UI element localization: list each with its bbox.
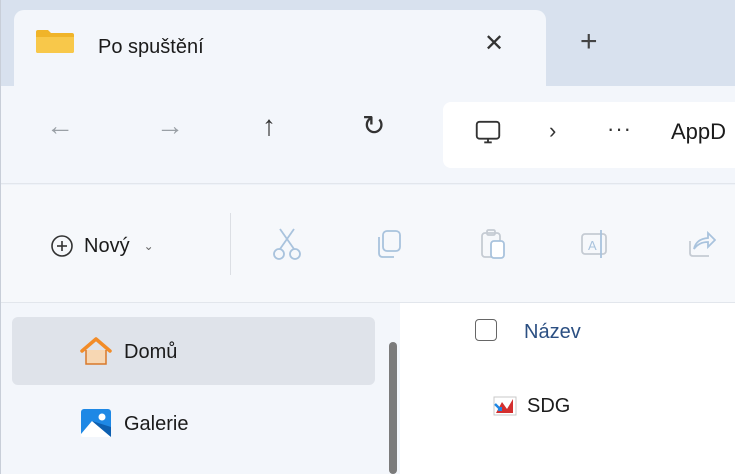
sidebar-item-home[interactable]: Domů bbox=[12, 317, 375, 385]
command-divider bbox=[230, 213, 231, 275]
new-button[interactable]: Nový ⌄ bbox=[50, 231, 154, 261]
sidebar-item-label: Domů bbox=[124, 341, 178, 363]
sidebar-item-label: Galerie bbox=[124, 413, 189, 435]
refresh-button[interactable]: ↻ bbox=[362, 112, 385, 140]
new-button-label: Nový bbox=[84, 234, 130, 257]
tab-strip: Po spuštění ✕ + bbox=[0, 0, 735, 86]
gallery-icon bbox=[81, 409, 111, 437]
tab-title: Po spuštění bbox=[98, 36, 204, 58]
breadcrumb-separator[interactable]: › bbox=[549, 118, 556, 144]
up-button[interactable]: ↑ bbox=[262, 112, 276, 140]
svg-text:A: A bbox=[588, 238, 597, 253]
paste-icon[interactable] bbox=[478, 227, 508, 261]
rename-icon[interactable]: A bbox=[580, 227, 610, 261]
breadcrumb-appdata[interactable]: AppD bbox=[671, 119, 726, 145]
back-button[interactable]: ← bbox=[46, 112, 74, 140]
column-header-name[interactable]: Název bbox=[524, 321, 581, 344]
this-pc-icon bbox=[475, 120, 501, 144]
new-tab-button[interactable]: + bbox=[580, 27, 598, 57]
forward-button[interactable]: → bbox=[156, 112, 184, 140]
sidebar-item-gallery[interactable]: Galerie bbox=[12, 389, 375, 457]
navigation-pane-scrollbar[interactable] bbox=[389, 342, 397, 474]
tab-po-spusteni[interactable]: Po spuštění ✕ bbox=[14, 10, 546, 86]
file-name: SDG bbox=[527, 394, 571, 417]
sdg-app-icon bbox=[493, 396, 517, 416]
select-all-checkbox[interactable] bbox=[475, 319, 497, 341]
folder-icon bbox=[36, 30, 74, 53]
tab-close-button[interactable]: ✕ bbox=[484, 32, 504, 56]
copy-icon[interactable] bbox=[374, 227, 404, 261]
address-bar[interactable]: › ··· AppD bbox=[443, 102, 735, 168]
chevron-down-icon: ⌄ bbox=[143, 239, 154, 253]
navigation-bar: ← → ↑ ↻ › ··· AppD bbox=[0, 86, 735, 184]
add-circle-icon bbox=[51, 235, 73, 257]
cut-icon[interactable] bbox=[272, 227, 302, 261]
breadcrumb-more-button[interactable]: ··· bbox=[607, 116, 632, 142]
command-bar: Nový ⌄ A bbox=[0, 185, 735, 303]
home-icon bbox=[80, 337, 112, 365]
file-explorer-window: Po spuštění ✕ + ← → ↑ ↻ › ··· AppD Nový … bbox=[0, 0, 735, 474]
navigation-pane: Domů Galerie bbox=[0, 303, 400, 474]
share-icon[interactable] bbox=[686, 227, 716, 261]
file-row-sdg[interactable]: SDG bbox=[493, 391, 570, 421]
file-list: Název SDG bbox=[400, 303, 735, 474]
